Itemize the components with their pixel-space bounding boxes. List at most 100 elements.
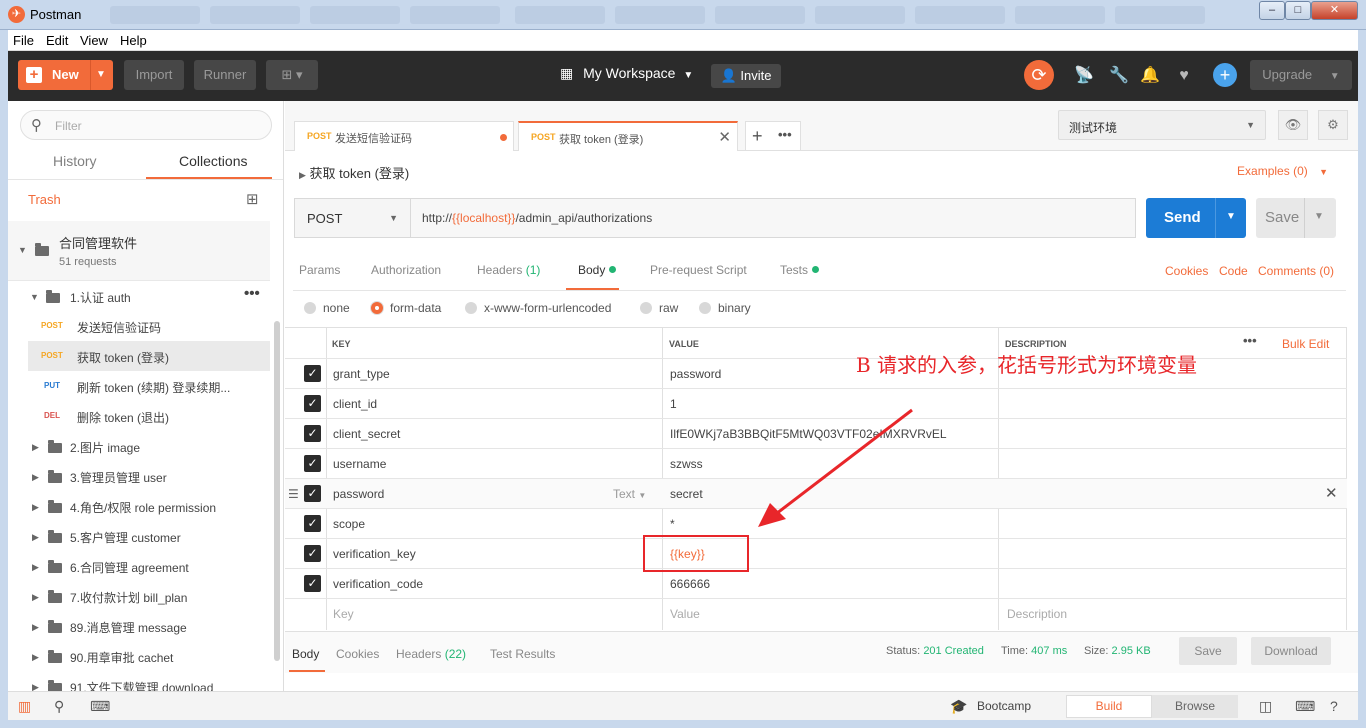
bulk-edit-link[interactable]: Bulk Edit — [1282, 337, 1329, 351]
menu-view[interactable]: View — [80, 33, 108, 48]
browse-toggle[interactable]: Browse — [1152, 695, 1238, 718]
request-tab[interactable]: POST 发送短信验证码 — [294, 121, 514, 151]
row-key[interactable]: verification_key — [333, 547, 416, 561]
invite-button[interactable]: 👤 Invite — [711, 64, 781, 88]
request-item[interactable]: POST 发送短信验证码 — [8, 311, 270, 341]
folder-item[interactable]: ▶ 2.图片 image — [8, 431, 270, 461]
tab-collections[interactable]: Collections — [179, 153, 247, 169]
row-value[interactable]: szwss — [670, 457, 703, 471]
tab-history[interactable]: History — [53, 153, 97, 169]
caret-right-icon[interactable]: ▶ — [32, 682, 39, 691]
tab-params[interactable]: Params — [299, 263, 340, 277]
drag-handle-icon[interactable]: ☰ — [288, 487, 299, 501]
request-item[interactable]: PUT 刷新 token (续期) 登录续期... — [8, 371, 270, 401]
caret-right-icon[interactable]: ▶ — [32, 472, 39, 483]
key-placeholder[interactable]: Key — [333, 607, 354, 621]
heart-icon[interactable]: ♥ — [1173, 65, 1195, 87]
request-item[interactable]: DEL 删除 token (退出) — [8, 401, 270, 431]
maximize-button[interactable]: □ — [1285, 1, 1311, 20]
environment-select[interactable]: 测试环境 ▼ — [1058, 110, 1266, 140]
folder-item[interactable]: ▶ 3.管理员管理 user — [8, 461, 270, 491]
new-tab-button[interactable]: + ••• — [745, 121, 801, 151]
import-button[interactable]: Import — [124, 60, 184, 90]
menu-file[interactable]: File — [13, 33, 34, 48]
minimize-button[interactable]: – — [1259, 1, 1285, 20]
help-icon[interactable]: ? — [1330, 698, 1338, 714]
folder-item[interactable]: ▶ 90.用章审批 cachet — [8, 641, 270, 671]
caret-down-icon[interactable]: ▼ — [30, 292, 39, 302]
delete-row-icon[interactable]: ✕ — [1325, 484, 1338, 502]
row-key[interactable]: password — [333, 487, 384, 501]
row-key[interactable]: scope — [333, 517, 365, 531]
folder-item[interactable]: ▶ 5.客户管理 customer — [8, 521, 270, 551]
close-window-button[interactable]: ✕ — [1311, 1, 1358, 20]
checkbox-checked-icon[interactable]: ✓ — [304, 575, 321, 592]
folder-item[interactable]: ▶ 91.文件下载管理 download — [8, 671, 270, 691]
row-key[interactable]: client_id — [333, 397, 377, 411]
caret-down-icon[interactable]: ▼ — [18, 245, 27, 255]
row-value[interactable]: * — [670, 517, 675, 531]
request-item-selected[interactable]: POST 获取 token (登录) — [28, 341, 270, 371]
caret-right-icon[interactable]: ▶ — [32, 562, 39, 573]
request-tab-active[interactable]: POST 获取 token (登录) ✕ — [518, 121, 738, 151]
body-mode-urlencoded[interactable]: x-www-form-urlencoded — [465, 301, 611, 315]
sidebar-toggle-icon[interactable]: ▥ — [18, 698, 31, 715]
tab-tests[interactable]: Tests — [780, 263, 820, 277]
row-key[interactable]: verification_code — [333, 577, 423, 591]
scrollbar-thumb[interactable] — [274, 321, 280, 661]
eye-icon[interactable]: 👁 — [1278, 110, 1308, 140]
folder-item[interactable]: ▼ 1.认证 auth ••• — [8, 281, 270, 311]
more-icon[interactable]: ••• — [244, 285, 260, 302]
more-icon[interactable]: ••• — [1243, 333, 1257, 348]
body-mode-raw[interactable]: raw — [640, 301, 678, 315]
value-placeholder[interactable]: Value — [670, 607, 700, 621]
body-mode-binary[interactable]: binary — [699, 301, 751, 315]
code-link[interactable]: Code — [1219, 264, 1248, 278]
caret-right-icon[interactable]: ▶ — [299, 170, 306, 180]
row-key[interactable]: username — [333, 457, 386, 471]
folder-item[interactable]: ▶ 7.收付款计划 bill_plan — [8, 581, 270, 611]
request-title[interactable]: ▶ 获取 token (登录) — [299, 163, 409, 182]
two-pane-icon[interactable]: ◫ — [1259, 698, 1272, 715]
chevron-down-icon[interactable]: ▼ — [96, 60, 106, 90]
cookies-link[interactable]: Cookies — [1165, 264, 1208, 278]
tab-authorization[interactable]: Authorization — [371, 263, 441, 277]
url-input[interactable]: http://{{localhost}}/admin_api/authoriza… — [410, 198, 1136, 238]
checkbox-checked-icon[interactable]: ✓ — [304, 485, 321, 502]
gear-icon[interactable]: ⚙ — [1318, 110, 1348, 140]
caret-right-icon[interactable]: ▶ — [32, 592, 39, 603]
row-value[interactable]: 1 — [670, 397, 677, 411]
collection-header[interactable]: ▼ 合同管理软件 51 requests — [8, 221, 270, 281]
row-key[interactable]: client_secret — [333, 427, 400, 441]
wrench-icon[interactable]: 🔧 — [1108, 65, 1130, 87]
checkbox-checked-icon[interactable]: ✓ — [304, 455, 321, 472]
download-button[interactable]: Download — [1251, 637, 1331, 665]
new-collection-icon[interactable]: ⊞ — [246, 190, 259, 208]
folder-item[interactable]: ▶ 6.合同管理 agreement — [8, 551, 270, 581]
build-toggle[interactable]: Build — [1066, 695, 1152, 718]
response-tab-test-results[interactable]: Test Results — [490, 647, 555, 661]
chevron-down-icon[interactable]: ▼ — [1226, 211, 1236, 222]
row-value[interactable]: password — [670, 367, 721, 381]
save-response-button[interactable]: Save — [1179, 637, 1237, 665]
close-icon[interactable]: ✕ — [718, 128, 731, 146]
upgrade-button[interactable]: Upgrade ▼ — [1250, 60, 1352, 90]
method-select[interactable]: POST ▼ — [294, 198, 411, 238]
body-mode-none[interactable]: none — [304, 301, 350, 315]
folder-item[interactable]: ▶ 89.消息管理 message — [8, 611, 270, 641]
plus-circle-icon[interactable]: + — [1213, 63, 1237, 87]
trash-link[interactable]: Trash — [28, 192, 61, 207]
bell-icon[interactable]: 🔔 — [1139, 65, 1161, 87]
caret-right-icon[interactable]: ▶ — [32, 442, 39, 453]
menu-edit[interactable]: Edit — [46, 33, 68, 48]
new-window-button[interactable]: ⊞ ▾ — [266, 60, 318, 90]
workspace-switcher[interactable]: ▦ My Workspace ▼ — [560, 65, 693, 82]
send-button[interactable]: Send ▼ — [1146, 198, 1246, 238]
row-value[interactable]: 666666 — [670, 577, 710, 591]
tab-headers[interactable]: Headers (1) — [477, 263, 540, 277]
row-key[interactable]: grant_type — [333, 367, 390, 381]
search-input[interactable]: ⚲ Filter — [20, 110, 272, 140]
description-placeholder[interactable]: Description — [1007, 607, 1067, 621]
bootcamp-link[interactable]: Bootcamp — [977, 699, 1031, 713]
bootcamp-icon[interactable]: 🎓 — [950, 698, 967, 715]
